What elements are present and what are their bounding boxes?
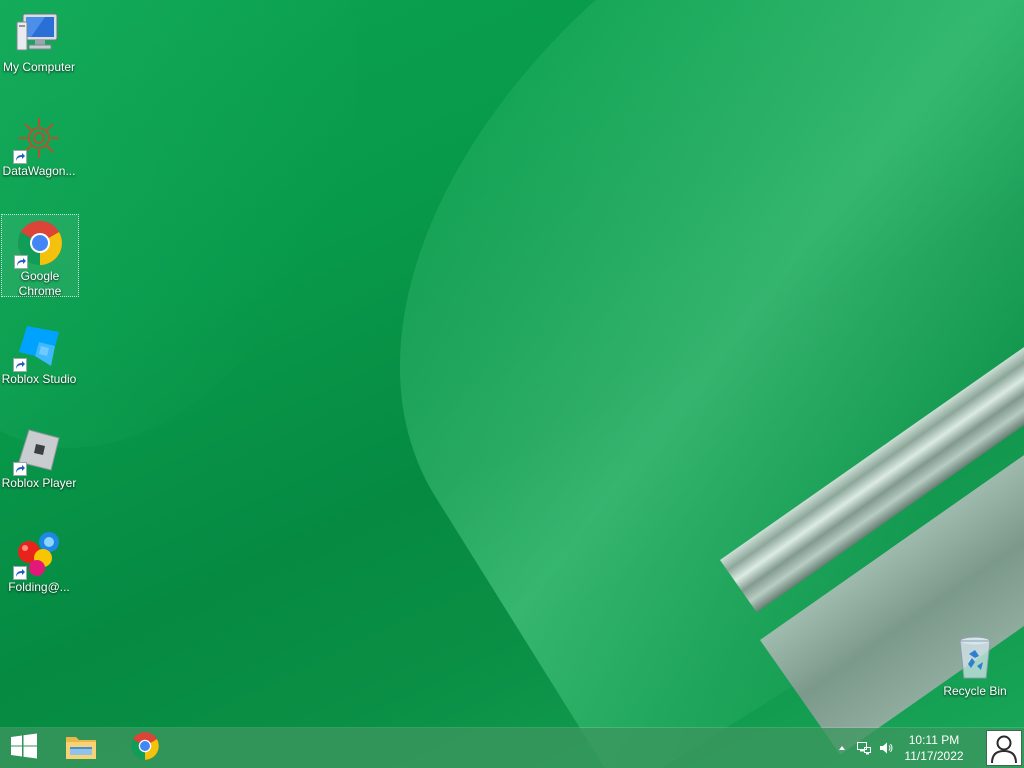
- taskbar-file-explorer-button[interactable]: [56, 728, 106, 768]
- taskbar-clock[interactable]: 10:11 PM 11/17/2022: [900, 732, 968, 764]
- desktop-icon-roblox-studio[interactable]: Roblox Studio: [0, 318, 78, 387]
- chrome-icon: [130, 731, 160, 766]
- recycle-bin-icon: [951, 634, 999, 682]
- desktop-icon-label: Roblox Player: [1, 476, 77, 490]
- datawagon-gear-icon: [13, 114, 63, 164]
- shortcut-arrow-icon: [13, 566, 27, 580]
- roblox-player-icon: [13, 426, 63, 476]
- user-account-icon: [987, 735, 1021, 768]
- computer-icon: [15, 10, 63, 58]
- clock-time: 10:11 PM: [908, 733, 960, 747]
- windows-logo-icon: [10, 733, 38, 764]
- desktop[interactable]: My Computer DataWagon... Google Chrome R…: [0, 0, 1024, 768]
- network-icon[interactable]: [856, 740, 872, 756]
- file-explorer-icon: [64, 731, 98, 766]
- start-button[interactable]: [0, 728, 48, 768]
- shortcut-arrow-icon: [13, 462, 27, 476]
- desktop-icon-label: Folding@...: [8, 580, 70, 594]
- system-tray: 10:11 PM 11/17/2022: [824, 728, 1024, 768]
- clock-date: 11/17/2022: [904, 749, 964, 763]
- desktop-icon-folding-at-home[interactable]: Folding@...: [0, 526, 78, 595]
- folding-at-home-icon: [13, 530, 63, 580]
- desktop-icon-roblox-player[interactable]: Roblox Player: [0, 422, 78, 491]
- desktop-icon-recycle-bin[interactable]: Recycle Bin: [936, 630, 1014, 699]
- show-hidden-icons-chevron-icon[interactable]: [834, 740, 850, 756]
- desktop-icon-label: My Computer: [2, 60, 76, 74]
- user-account-button[interactable]: [986, 730, 1022, 766]
- shortcut-arrow-icon: [13, 358, 27, 372]
- shortcut-arrow-icon: [14, 255, 28, 269]
- desktop-icon-my-computer[interactable]: My Computer: [0, 6, 78, 75]
- desktop-icon-datawagon[interactable]: DataWagon...: [0, 110, 78, 179]
- desktop-icon-label: Recycle Bin: [943, 684, 1007, 698]
- volume-icon[interactable]: [878, 740, 894, 756]
- roblox-studio-icon: [13, 322, 63, 372]
- taskbar: 10:11 PM 11/17/2022: [0, 728, 1024, 768]
- taskbar-chrome-button[interactable]: [120, 728, 170, 768]
- desktop-icon-google-chrome[interactable]: Google Chrome: [1, 214, 79, 298]
- desktop-icon-label: DataWagon...: [2, 164, 76, 178]
- chrome-icon: [14, 219, 64, 269]
- shortcut-arrow-icon: [13, 150, 27, 164]
- desktop-icon-label: Roblox Studio: [1, 372, 77, 386]
- desktop-icon-label: Google Chrome: [18, 269, 62, 298]
